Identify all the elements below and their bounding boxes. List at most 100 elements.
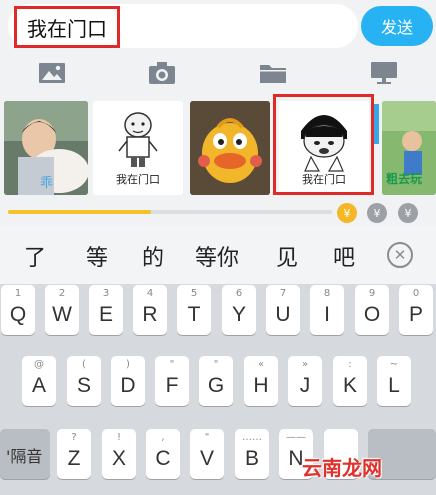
close-candidates-icon[interactable]: ✕ [387,242,413,268]
key-hint: , [161,432,165,443]
key-p[interactable]: 0P [399,285,433,335]
key-hint: ) [126,359,130,370]
key-hint: 6 [235,288,243,299]
candidate-word[interactable]: 了 [24,240,46,272]
key-label: X [111,447,126,470]
key-label: W [52,303,72,326]
key-hint: : [348,359,352,370]
key-label: E [98,303,113,326]
watermark-text: 云南龙网 [302,456,382,480]
sticker-scroll-track[interactable] [8,210,332,214]
key-hint: —— [286,432,306,443]
key-label: C [155,447,171,470]
key-t[interactable]: 5T [177,285,211,335]
key-h[interactable]: «H [244,356,278,406]
key-hint: " [213,359,219,370]
key-i[interactable]: 8I [310,285,344,335]
key-label: P [408,303,423,326]
candidate-word[interactable]: 等你 [195,240,239,272]
key-a[interactable]: @ A [22,356,56,406]
sticker-photo-outdoor[interactable]: 粗去玩 [382,101,436,195]
message-text[interactable]: 我在门口 [14,6,120,48]
key-hint: 5 [190,288,198,299]
key-label: F [165,374,179,397]
key-e[interactable]: 3E [89,285,123,335]
key-label: B [244,447,259,470]
key-label: I [324,303,330,326]
selected-sticker-highlight [273,94,374,195]
sticker-cartoon-bald[interactable]: 我在门口 [93,101,183,195]
key-x[interactable]: ! X [102,429,136,479]
key-hint: ! [116,432,121,443]
compose-bar: 我在门口 发送 [0,0,436,52]
key-label: L [388,374,400,397]
key-hint: …… [242,432,262,443]
candidate-word[interactable]: 吧 [333,240,355,272]
key-k[interactable]: :K [333,356,367,406]
sticker-photo-child[interactable]: 乖 [4,101,88,195]
candidate-word[interactable]: 的 [142,240,164,272]
key-label: G [207,374,225,397]
key-hint: 9 [368,288,376,299]
image-icon[interactable] [37,60,67,86]
key-j[interactable]: » J [288,356,322,406]
key-s[interactable]: (S [67,356,101,406]
key-r[interactable]: 4R [133,285,167,335]
key-hint: @ [34,359,44,370]
key-label: Y [231,303,246,326]
key-label: K [342,374,357,397]
candidate-word[interactable]: 见 [276,240,298,272]
key-q[interactable]: 1Q [1,285,35,335]
candidate-bar: 了 等 的 等你 见 吧 ✕ [0,226,436,284]
key-hint: 2 [58,288,66,299]
key-label: D [120,374,136,397]
sticker-scroll-fill [8,210,151,214]
key-d[interactable]: ) D [111,356,145,406]
key-f[interactable]: " F [155,356,189,406]
coin-icon[interactable]: ¥ [337,203,357,223]
coin-icon[interactable]: ¥ [398,203,418,223]
key-hint: 1 [14,288,22,299]
key-hint: 3 [102,288,110,299]
key-w[interactable]: 2W [45,285,79,335]
key-l[interactable]: ~ L [377,356,411,406]
key-hint: « [257,359,265,370]
svg-text:乖: 乖 [40,176,53,191]
separator-key[interactable]: '隔音 [0,429,50,479]
key-label: V [199,447,214,470]
key-label: A [31,374,46,397]
key-hint: 7 [279,288,287,299]
key-label: H [253,374,269,397]
sticker-caption: 粗去玩 [386,172,423,186]
key-v[interactable]: " V [190,429,224,479]
folder-icon[interactable] [258,60,288,86]
key-label: R [142,303,158,326]
sticker-photo-duck[interactable] [190,101,270,195]
key-label: Q [9,303,27,326]
key-g[interactable]: " G [199,356,233,406]
key-hint: " [204,432,210,443]
key-hint: 0 [412,288,420,299]
key-c[interactable]: ,C [146,429,180,479]
key-hint: ? [71,432,77,443]
key-o[interactable]: 9O [355,285,389,335]
key-label: S [76,374,91,397]
monitor-icon[interactable] [369,60,399,86]
key-label: J [299,374,311,397]
key-y[interactable]: 6Y [222,285,256,335]
key-hint: ~ [389,359,399,370]
key-hint: " [169,359,175,370]
key-b[interactable]: …… B [235,429,269,479]
attachment-toolbar [0,52,436,94]
send-button[interactable]: 发送 [361,6,433,46]
key-hint: » [301,359,309,370]
camera-icon[interactable] [147,60,177,86]
key-hint: 8 [323,288,331,299]
key-hint: 4 [146,288,154,299]
coin-icon[interactable]: ¥ [367,203,387,223]
key-z[interactable]: ? Z [57,429,91,479]
key-label: T [187,303,201,326]
key-u[interactable]: 7U [266,285,300,335]
candidate-word[interactable]: 等 [86,240,108,272]
sticker-scroll-row: ¥ ¥ ¥ [0,200,436,226]
